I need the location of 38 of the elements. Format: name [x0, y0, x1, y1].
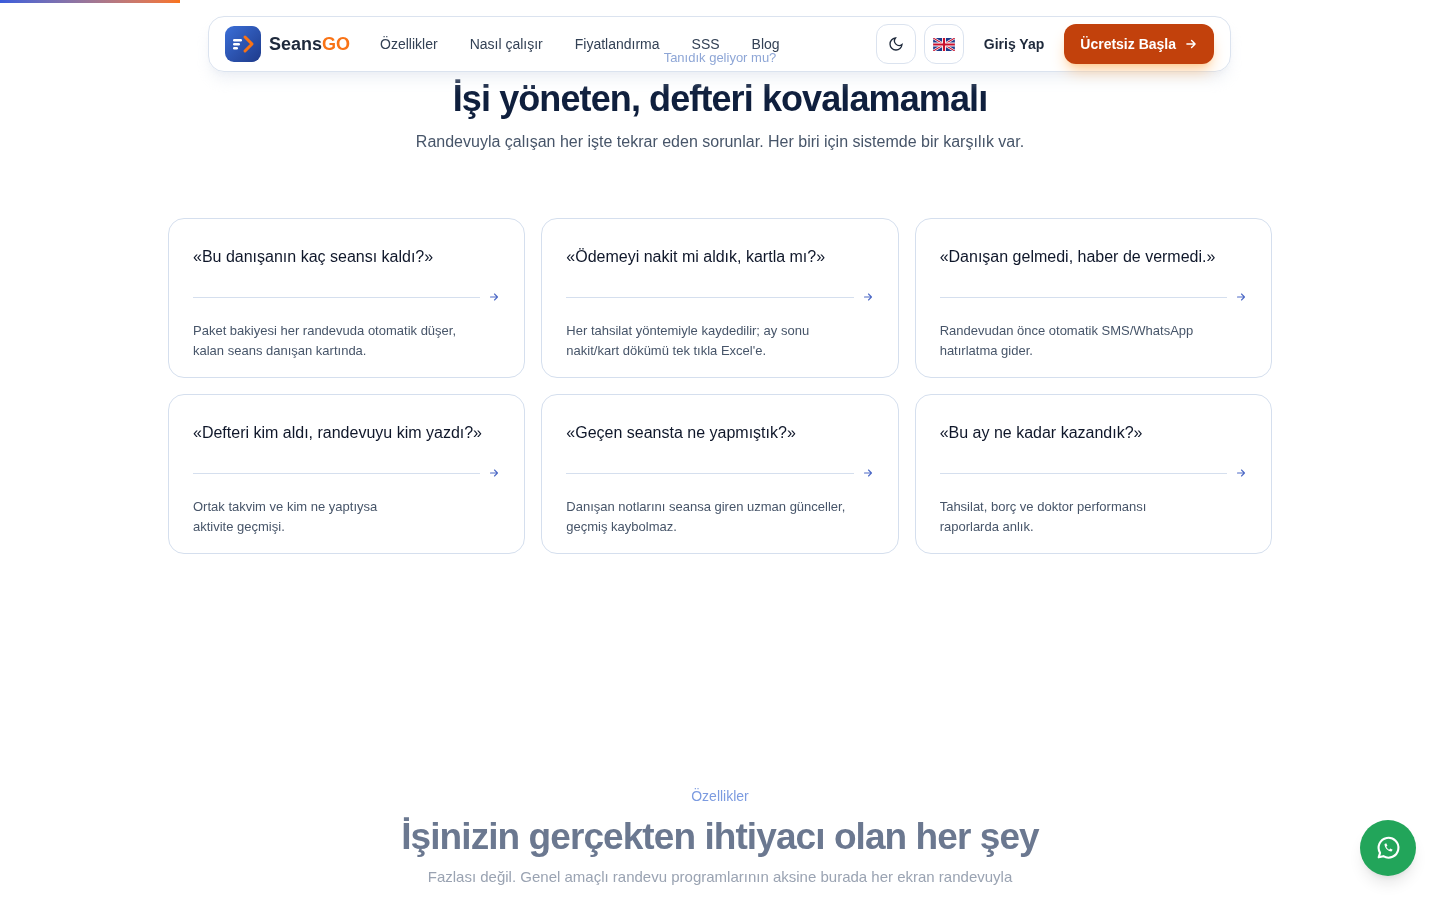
section-title: İşi yöneten, defteri kovalamamalı	[452, 77, 988, 121]
login-link[interactable]: Giriş Yap	[983, 33, 1045, 55]
arrow-right-icon	[1235, 291, 1247, 303]
card-question: «Bu ay ne kadar kazandık?»	[939, 423, 1144, 443]
arrow-right-icon	[1184, 37, 1198, 51]
card-question: «Defteri kim aldı, randevuyu kim yazdı?»	[193, 423, 483, 443]
flag-icon	[932, 37, 955, 51]
card-question: «Danışan gelmedi, haber de vermedi.»	[939, 247, 1217, 267]
arrow-right-icon	[861, 291, 874, 303]
card-answer: Her tahsilat yöntemiyle kaydedilir; ay sonu nakit/kart dökümü tek tıkla Excel'e.	[566, 322, 811, 360]
section-eyebrow: Özellikler	[691, 787, 749, 806]
start-free-button[interactable]: Ücretsiz Başla	[1064, 24, 1214, 64]
language-button[interactable]	[923, 24, 964, 64]
card-question: «Geçen seansta ne yapmıştık?»	[566, 423, 797, 443]
whatsapp-icon	[1374, 834, 1402, 862]
whatsapp-button[interactable]	[1360, 820, 1416, 876]
card-question: «Ödemeyi nakit mi aldık, kartla mı?»	[566, 247, 827, 267]
section-subtitle: Fazlası değil. Genel amaçlı randevu programlarının aksine burada her ekran randevuyla	[427, 867, 1013, 887]
moon-icon	[887, 36, 904, 52]
brand-name[interactable]: SeansGO	[269, 30, 351, 58]
theme-toggle-button[interactable]	[875, 24, 916, 64]
arrow-right-icon	[488, 467, 501, 479]
nav-link[interactable]: Fiyatlandırma	[574, 33, 660, 55]
section-subtitle: Randevuyla çalışan her işte tekrar eden sorunlar. Her biri için sistemde bir karşılık var.	[415, 132, 1025, 152]
section-title: İşinizin gerçekten ihtiyacı olan her şey	[401, 815, 1039, 859]
nav-link[interactable]: Nasıl çalışır	[469, 33, 543, 55]
nav-link[interactable]: Özellikler	[380, 33, 438, 55]
logo-icon	[225, 26, 261, 62]
card-answer: Paket bakiyesi her randevuda otomatik düşer, kalan seans danışan kartında.	[193, 322, 458, 360]
card-answer: Tahsilat, borç ve doktor performansı raporlarda anlık.	[939, 498, 1148, 536]
card-answer: Randevudan önce otomatik SMS/WhatsApp hatırlatma gider.	[939, 322, 1195, 360]
card-answer: Danışan notlarını seansa giren uzman günceller, geçmiş kaybolmaz.	[566, 498, 847, 536]
card-answer: Ortak takvim ve kim ne yaptıysa aktivite geçmişi.	[193, 498, 379, 536]
section-eyebrow: Tanıdık geliyor mu?	[663, 51, 777, 65]
arrow-right-icon	[488, 291, 501, 303]
card-question: «Bu danışanın kaç seansı kaldı?»	[193, 247, 435, 267]
arrow-right-icon	[1235, 467, 1247, 479]
arrow-right-icon	[861, 467, 874, 479]
